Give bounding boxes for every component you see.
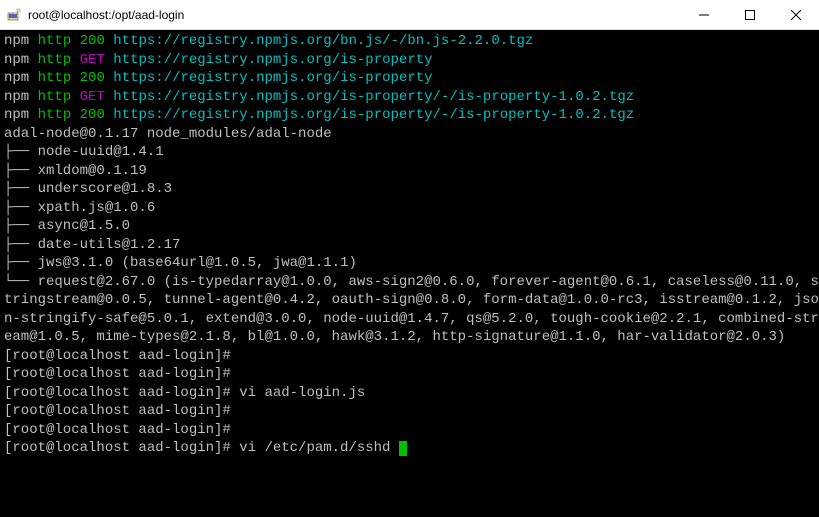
terminal-cursor <box>399 441 407 456</box>
dependency-line: n-stringify-safe@5.0.1, extend@3.0.0, no… <box>4 310 815 329</box>
shell-prompt-line: [root@localhost aad-login]# vi aad-login… <box>4 384 815 403</box>
shell-prompt-line: [root@localhost aad-login]# <box>4 402 815 421</box>
window-title: root@localhost:/opt/aad-login <box>28 8 681 22</box>
npm-log-line: npm http 200 https://registry.npmjs.org/… <box>4 69 815 88</box>
dependency-line: ├── date-utils@1.2.17 <box>4 236 815 255</box>
dependency-line: ├── jws@3.1.0 (base64url@1.0.5, jwa@1.1.… <box>4 254 815 273</box>
shell-prompt-line: [root@localhost aad-login]# <box>4 365 815 384</box>
dependency-line: └── request@2.67.0 (is-typedarray@1.0.0,… <box>4 273 815 292</box>
dependency-line: tringstream@0.0.5, tunnel-agent@0.4.2, o… <box>4 291 815 310</box>
minimize-button[interactable] <box>681 0 727 29</box>
shell-prompt-line: [root@localhost aad-login]# <box>4 421 815 440</box>
putty-icon <box>6 7 22 23</box>
dependency-line: ├── underscore@1.8.3 <box>4 180 815 199</box>
terminal-output[interactable]: npm http 200 https://registry.npmjs.org/… <box>0 30 819 517</box>
npm-log-line: npm http 200 https://registry.npmjs.org/… <box>4 106 815 125</box>
dependency-line: ├── async@1.5.0 <box>4 217 815 236</box>
maximize-button[interactable] <box>727 0 773 29</box>
close-button[interactable] <box>773 0 819 29</box>
dependency-line: eam@1.0.5, mime-types@2.1.8, bl@1.0.0, h… <box>4 328 815 347</box>
window-titlebar: root@localhost:/opt/aad-login <box>0 0 819 30</box>
shell-prompt-line: [root@localhost aad-login]# <box>4 347 815 366</box>
npm-log-line: npm http GET https://registry.npmjs.org/… <box>4 51 815 70</box>
package-header: adal-node@0.1.17 node_modules/adal-node <box>4 125 815 144</box>
dependency-line: ├── xpath.js@1.0.6 <box>4 199 815 218</box>
shell-prompt-line: [root@localhost aad-login]# vi /etc/pam.… <box>4 439 815 458</box>
npm-log-line: npm http 200 https://registry.npmjs.org/… <box>4 32 815 51</box>
dependency-line: ├── node-uuid@1.4.1 <box>4 143 815 162</box>
window-controls <box>681 0 819 29</box>
dependency-line: ├── xmldom@0.1.19 <box>4 162 815 181</box>
npm-log-line: npm http GET https://registry.npmjs.org/… <box>4 88 815 107</box>
